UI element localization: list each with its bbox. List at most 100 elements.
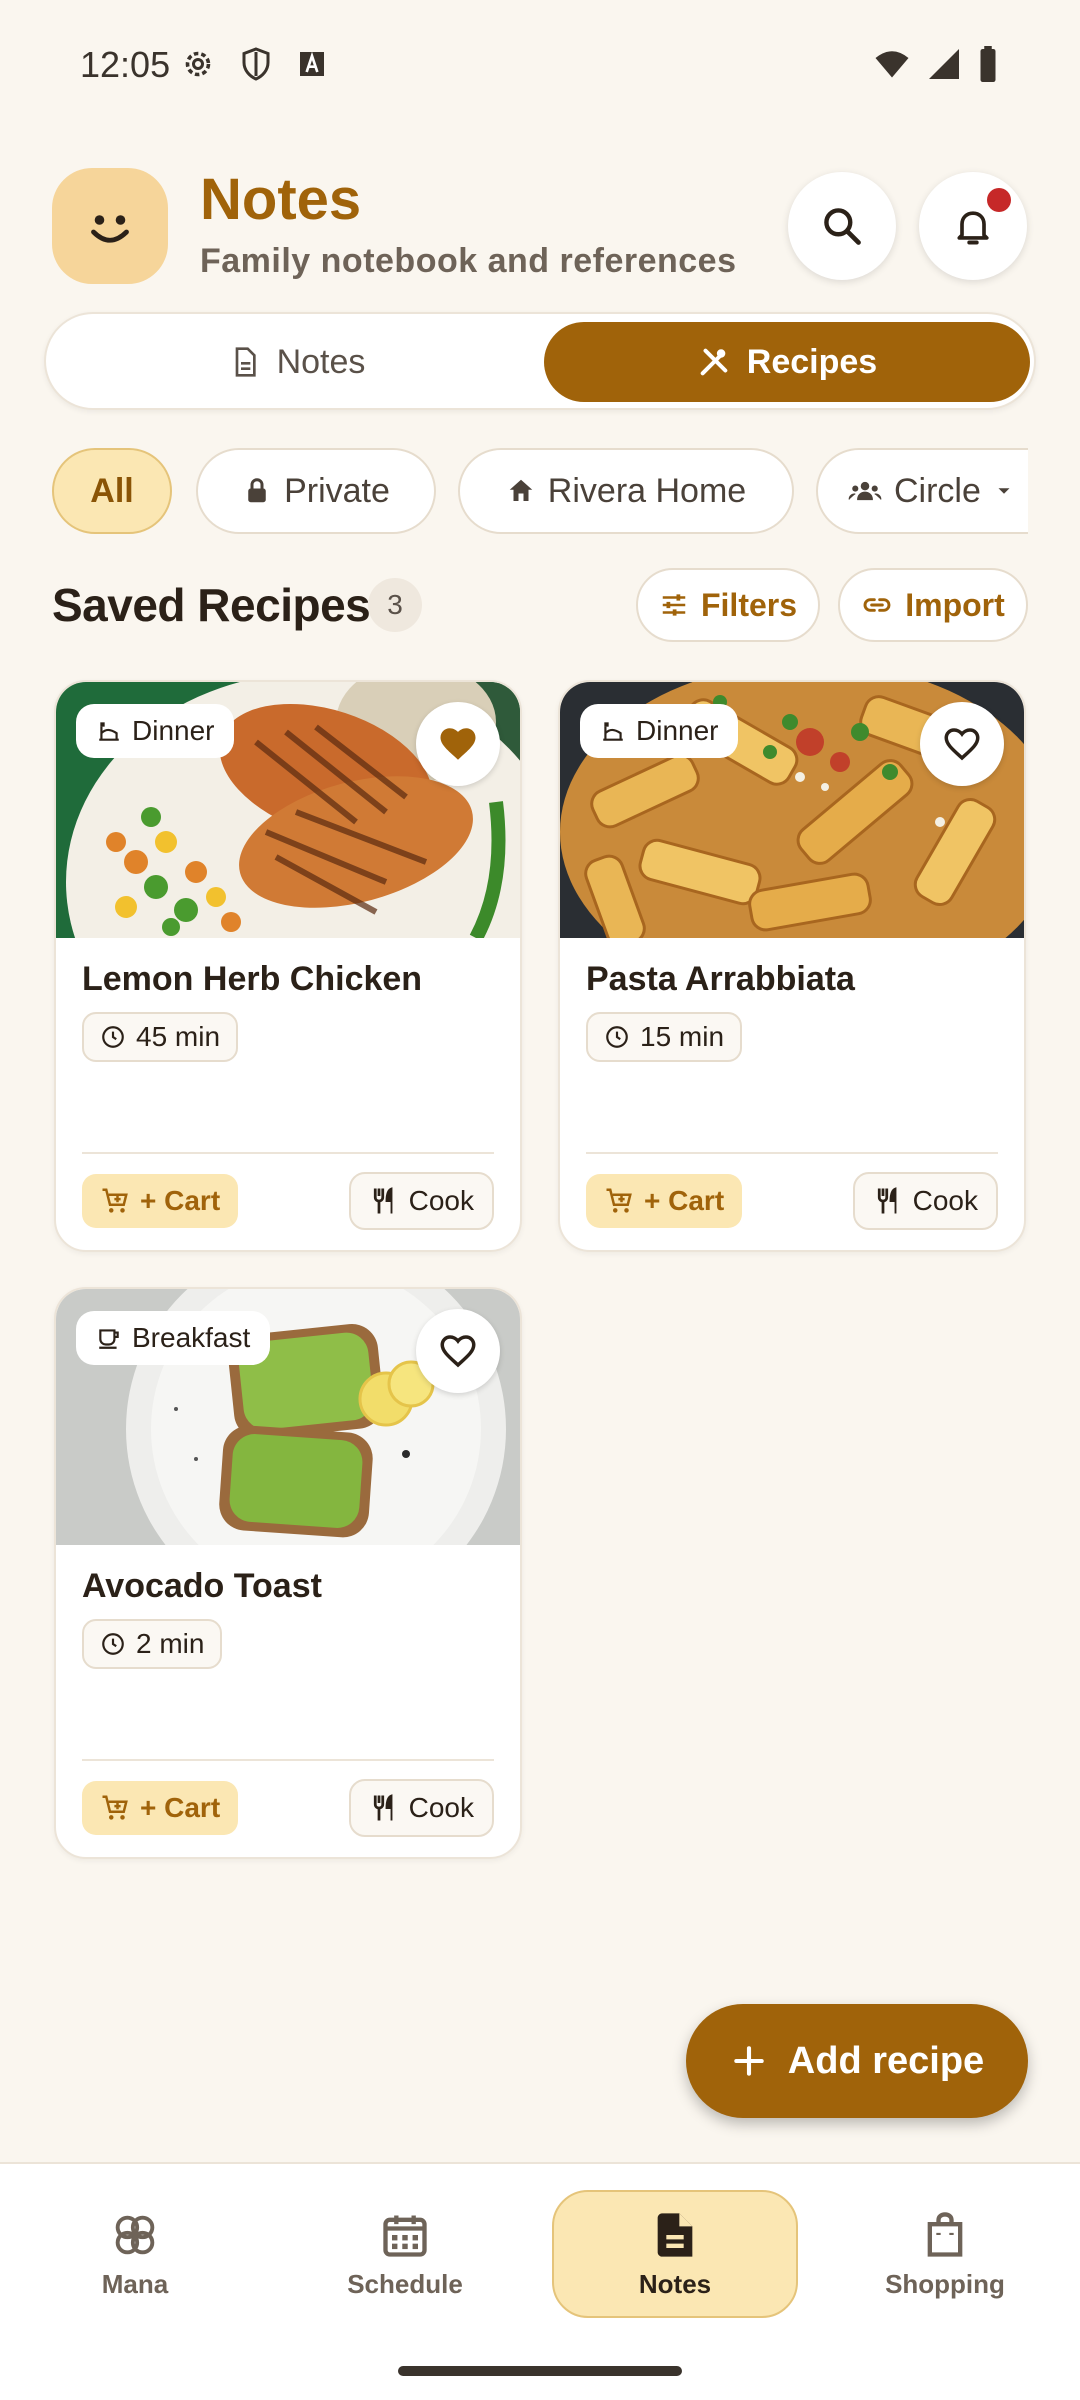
avatar[interactable]	[52, 168, 168, 284]
card-divider	[586, 1152, 998, 1154]
chip-all[interactable]: All	[52, 448, 172, 534]
chip-rivera-home-label: Rivera Home	[547, 471, 747, 510]
recipe-photo-chicken: Dinner	[56, 682, 520, 938]
bottom-navigation: Mana Schedule Notes Shopping	[0, 2162, 1080, 2400]
cook-time-chip: 15 min	[586, 1012, 743, 1062]
utensils-crossed-icon	[700, 348, 728, 376]
notification-dot	[987, 188, 1011, 212]
clock-icon	[102, 1026, 124, 1048]
nav-mana-label: Mana	[101, 2268, 169, 2299]
cook-time-chip: 45 min	[82, 1012, 239, 1062]
bell-icon	[957, 211, 989, 245]
recipe-count-badge: 3	[368, 578, 422, 632]
calendar-icon	[383, 2215, 427, 2257]
sliders-icon	[662, 594, 686, 616]
status-icons-right	[872, 46, 1000, 82]
plus-icon	[734, 2046, 764, 2076]
heart-outline-icon	[944, 728, 980, 761]
coffee-cup-icon	[99, 1329, 119, 1349]
heart-outline-icon	[440, 1335, 476, 1368]
segment-recipes[interactable]: Recipes	[544, 322, 1030, 402]
group-icon	[848, 481, 882, 501]
shield-icon	[242, 47, 270, 81]
chip-private-label: Private	[284, 471, 390, 510]
dinner-icon	[603, 722, 623, 741]
lock-icon	[248, 478, 266, 503]
cook-time-label: 45 min	[136, 1021, 221, 1052]
cook-time-label: 15 min	[640, 1021, 725, 1052]
nav-schedule[interactable]: Schedule	[282, 2190, 528, 2318]
fork-knife-icon	[373, 1794, 393, 1821]
add-recipe-button[interactable]: Add recipe	[686, 2004, 1028, 2118]
cook-button[interactable]: Cook	[348, 1172, 494, 1230]
heart-filled-icon	[440, 728, 476, 760]
favorite-button[interactable]	[416, 1309, 500, 1393]
notes-recipes-toggle: Notes Recipes	[44, 312, 1036, 410]
notifications-button[interactable]	[919, 172, 1027, 280]
add-to-cart-button[interactable]: + Cart	[82, 1174, 239, 1228]
keyboard-a-icon	[300, 51, 324, 76]
nav-shopping[interactable]: Shopping	[822, 2190, 1068, 2318]
fork-knife-icon	[877, 1187, 897, 1214]
meal-type-tag: Dinner	[76, 704, 235, 758]
nav-notes-label: Notes	[638, 2268, 712, 2299]
cook-button[interactable]: Cook	[348, 1779, 494, 1837]
bag-icon	[927, 2211, 963, 2257]
segment-recipes-label: Recipes	[746, 342, 878, 381]
chip-all-label: All	[90, 471, 134, 510]
nav-schedule-label: Schedule	[347, 2268, 463, 2299]
dropdown-arrow-icon	[998, 488, 1010, 494]
card-divider	[82, 1759, 494, 1761]
meal-type-tag: Breakfast	[76, 1311, 271, 1365]
filter-chips: All Private Rivera Home Circle	[52, 446, 1028, 536]
chip-private[interactable]: Private	[196, 448, 436, 534]
add-to-cart-button[interactable]: + Cart	[586, 1174, 743, 1228]
favorite-button[interactable]	[920, 702, 1004, 786]
cart-label: + Cart	[644, 1185, 725, 1216]
import-button-label: Import	[905, 586, 1005, 623]
signal-icon	[929, 49, 959, 79]
cart-label: + Cart	[140, 1185, 221, 1216]
battery-icon	[980, 46, 996, 82]
cook-label: Cook	[408, 1792, 474, 1823]
home-icon	[509, 479, 533, 501]
clock-icon	[606, 1026, 628, 1048]
meal-type-tag: Dinner	[580, 704, 739, 758]
card-divider	[82, 1152, 494, 1154]
meal-type-label: Breakfast	[132, 1322, 251, 1353]
add-recipe-label: Add recipe	[787, 2039, 985, 2082]
cook-button[interactable]: Cook	[852, 1172, 998, 1230]
favorite-button[interactable]	[416, 702, 500, 786]
recipe-card[interactable]: Breakfast Avocado Toast 2 min + Cart Coo…	[54, 1287, 522, 1859]
nav-shopping-label: Shopping	[885, 2268, 1005, 2299]
add-to-cart-button[interactable]: + Cart	[82, 1781, 239, 1835]
nav-mana[interactable]: Mana	[12, 2190, 258, 2318]
fork-knife-icon	[373, 1187, 393, 1214]
cart-plus-icon	[102, 1795, 128, 1820]
nav-notes[interactable]: Notes	[552, 2190, 798, 2318]
cook-label: Cook	[912, 1185, 978, 1216]
segment-notes-label: Notes	[276, 342, 366, 381]
search-icon	[824, 208, 861, 245]
recipe-card[interactable]: Dinner Lemon Herb Chicken 45 min + Cart …	[54, 680, 522, 1252]
cart-plus-icon	[102, 1188, 128, 1213]
import-button[interactable]: Import	[838, 568, 1028, 642]
search-button[interactable]	[788, 172, 896, 280]
wifi-icon	[875, 51, 909, 78]
flower-icon	[115, 2215, 155, 2254]
chip-rivera-home[interactable]: Rivera Home	[458, 448, 794, 534]
home-indicator[interactable]	[398, 2366, 682, 2376]
recipe-name: Avocado Toast	[82, 1567, 322, 1605]
segment-notes[interactable]: Notes	[54, 322, 540, 402]
filters-button[interactable]: Filters	[636, 568, 820, 642]
recipe-card[interactable]: Dinner Pasta Arrabbiata 15 min + Cart Co…	[558, 680, 1026, 1252]
page-title: Notes	[200, 167, 362, 232]
chip-circle[interactable]: Circle	[816, 448, 1028, 534]
settings-icon	[185, 51, 211, 77]
link-icon	[863, 598, 891, 612]
cook-label: Cook	[408, 1185, 474, 1216]
app-header: Notes Family notebook and references	[0, 160, 1080, 300]
note-icon	[657, 2212, 693, 2257]
recipe-name: Lemon Herb Chicken	[82, 960, 423, 998]
cart-label: + Cart	[140, 1792, 221, 1823]
